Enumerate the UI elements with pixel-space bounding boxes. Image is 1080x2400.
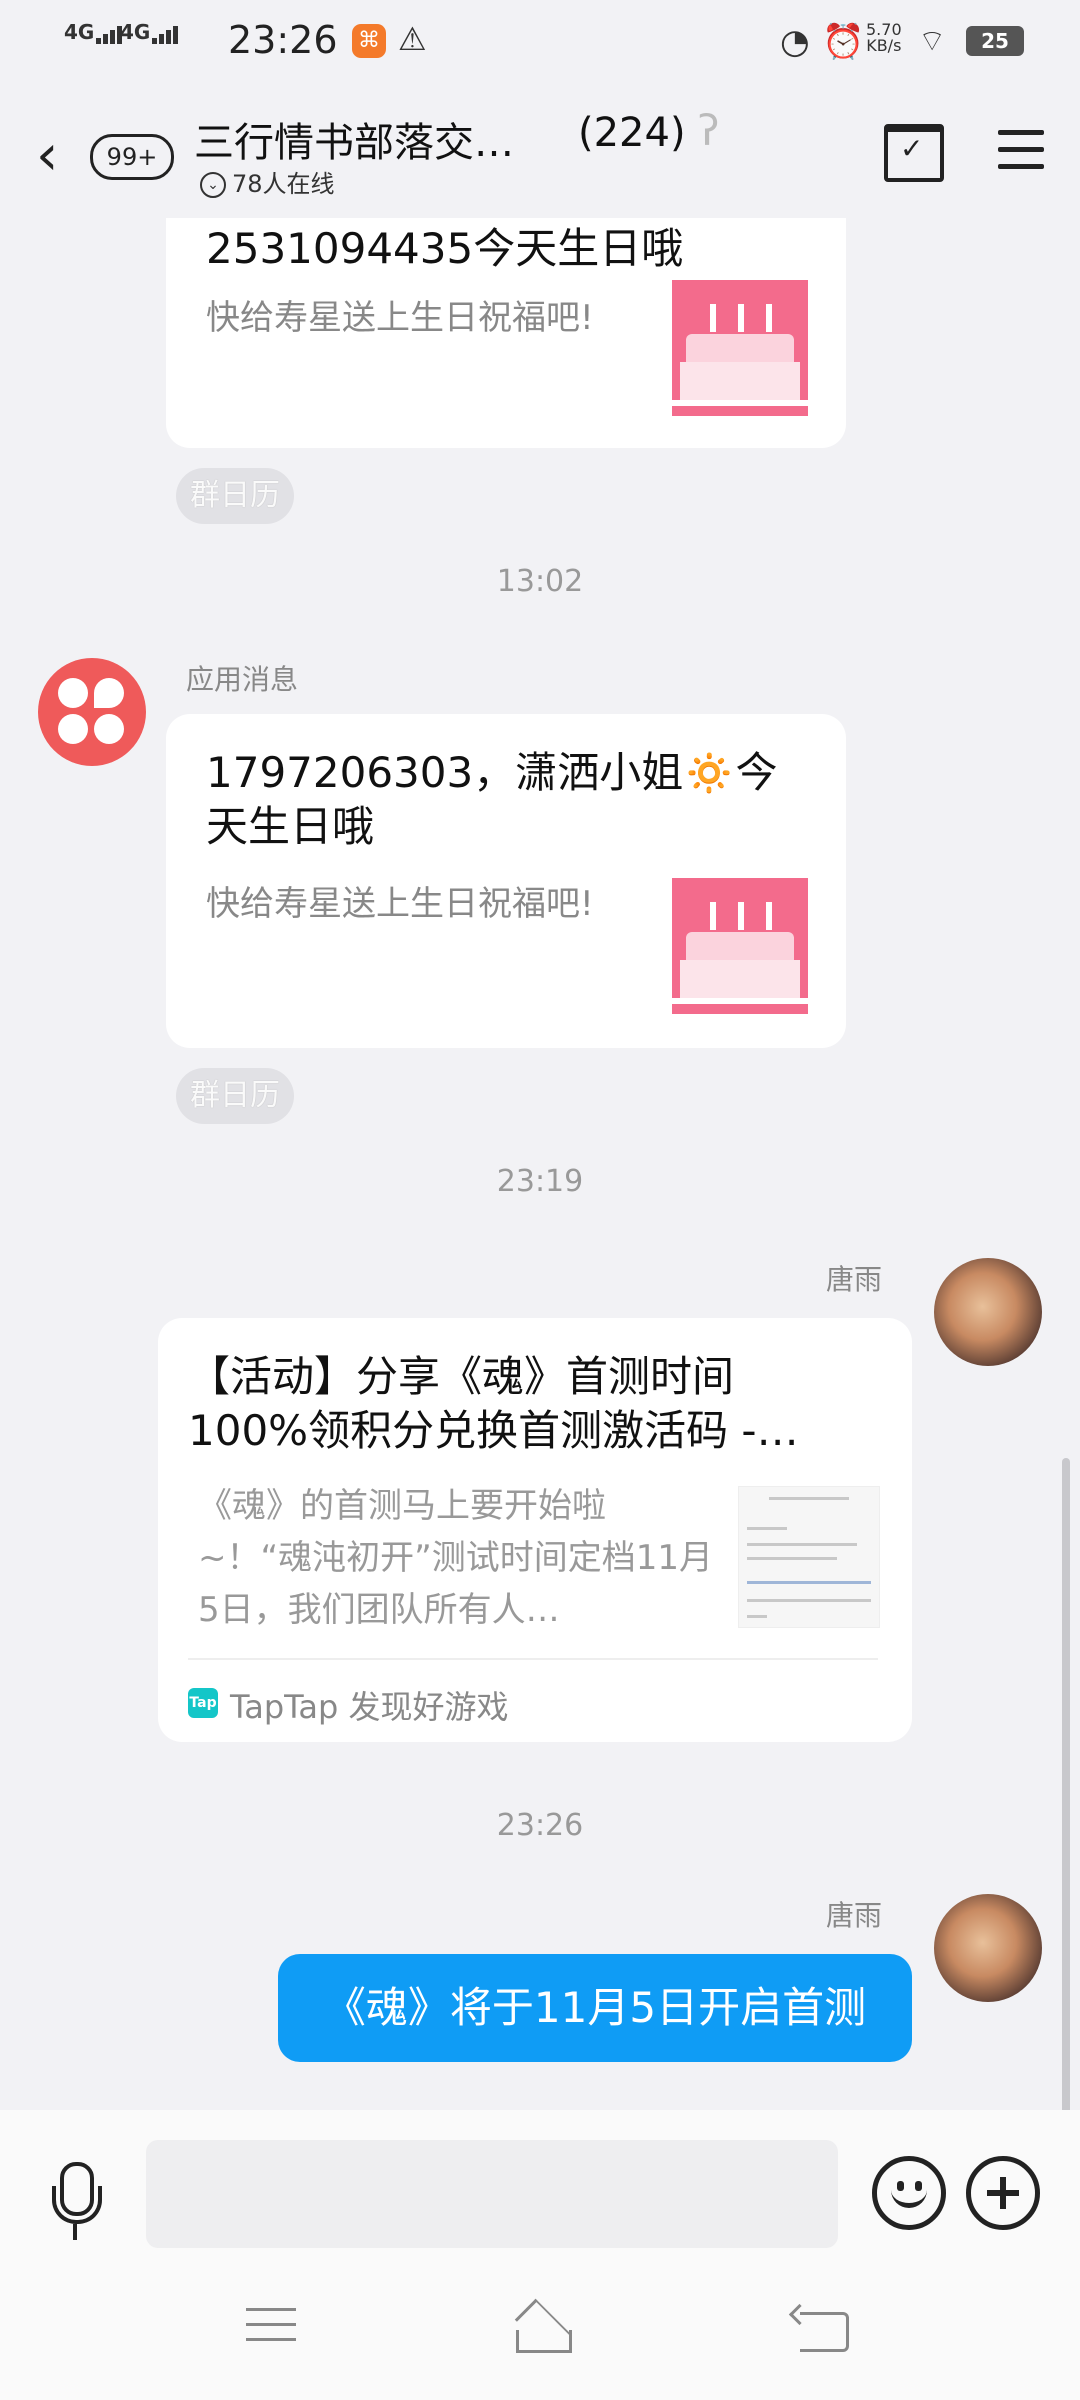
back-icon[interactable]: ‹ <box>36 128 58 184</box>
alarm-icon: ⏰ <box>822 22 865 62</box>
unread-badge[interactable]: 99+ <box>90 134 174 180</box>
cake-icon <box>672 280 808 416</box>
chat-area[interactable]: 2531094435今天生日哦 快给寿星送上生日祝福吧! 群日历 13:02 应… <box>0 218 1080 2110</box>
group-calendar-tag[interactable]: 群日历 <box>176 1068 294 1124</box>
birthday-subtitle: 快给寿星送上生日祝福吧! <box>206 298 594 338</box>
shared-link-title: 【活动】分享《魂》首测时间 100%领积分兑换首测激活码 -… <box>188 1350 828 1458</box>
warning-icon: ⚠ <box>398 20 427 58</box>
sender-name: 应用消息 <box>186 663 299 696</box>
calendar-check-icon[interactable] <box>884 124 944 182</box>
scrollbar[interactable] <box>1062 1458 1070 2110</box>
birthday-title: 1797206303，潇洒小姐🔅今 天生日哦 <box>206 746 778 854</box>
timestamp: 23:26 <box>496 1808 584 1843</box>
battery-icon: 25 <box>966 26 1024 56</box>
user-avatar[interactable] <box>934 1258 1042 1366</box>
wifi-icon: ⌔ <box>918 24 947 59</box>
birthday-card-2[interactable]: 1797206303，潇洒小姐🔅今 天生日哦 快给寿星送上生日祝福吧! <box>166 714 846 1048</box>
birthday-title-line2: 天生日哦 <box>206 802 375 851</box>
online-status[interactable]: ⌄ 78人在线 <box>200 164 335 199</box>
cake-icon <box>672 878 808 1014</box>
shared-link-thumbnail <box>738 1486 880 1628</box>
input-bar <box>0 2110 1080 2290</box>
timestamp: 13:02 <box>496 564 584 599</box>
member-count[interactable]: (224) <box>578 110 686 156</box>
emoji-icon[interactable] <box>872 2156 946 2230</box>
recent-apps-icon[interactable] <box>246 2308 296 2353</box>
network-type-1: 4G <box>64 20 95 44</box>
group-calendar-tag[interactable]: 群日历 <box>176 468 294 524</box>
birthday-card-1[interactable]: 2531094435今天生日哦 快给寿星送上生日祝福吧! <box>166 218 846 448</box>
user-avatar[interactable] <box>934 1894 1042 2002</box>
app-notification-icon: ⌘ <box>352 24 386 58</box>
home-icon[interactable] <box>506 2304 576 2353</box>
shared-link-source: TapTap 发现好游戏 <box>230 1688 509 1726</box>
plus-icon[interactable] <box>966 2156 1040 2230</box>
chat-header: ‹ 99+ 三行情书部落交… (224) ʔ ⌄ 78人在线 <box>0 84 1080 218</box>
net-speed-unit: KB/s <box>866 36 902 55</box>
taptap-icon: Tap <box>188 1688 218 1718</box>
speedometer-icon: ◔ <box>780 22 810 62</box>
net-speed: 5.70 KB/s <box>866 22 902 54</box>
group-name[interactable]: 三行情书部落交… <box>194 110 514 168</box>
timestamp: 23:19 <box>496 1164 584 1199</box>
shared-link-description: 《魂》的首测马上要开始啦~！“魂沌初开”测试时间定档11月5日，我们团队所有人… <box>198 1486 713 1630</box>
divider <box>188 1658 878 1660</box>
app-message-avatar[interactable] <box>38 658 146 766</box>
status-bar: 4G 4G 23:26 ⌘ ⚠ ◔ ⏰ 5.70 KB/s ⌔ 25 <box>0 0 1080 84</box>
birthday-title: 2531094435今天生日哦 <box>206 224 684 273</box>
shared-link-title-line1: 【活动】分享《魂》首测时间 <box>188 1352 735 1401</box>
birthday-subtitle: 快给寿星送上生日祝福吧! <box>206 884 594 924</box>
signal-icon-2: 4G <box>120 20 180 44</box>
message-input[interactable] <box>146 2140 838 2248</box>
signal-icon: 4G <box>64 20 124 44</box>
system-nav-bar <box>0 2290 1080 2400</box>
sender-name: 唐雨 <box>826 1263 883 1296</box>
shared-link-card[interactable]: 【活动】分享《魂》首测时间 100%领积分兑换首测激活码 -… 《魂》的首测马上… <box>158 1318 912 1742</box>
message-bubble[interactable]: 《魂》将于11月5日开启首测 <box>278 1954 912 2062</box>
online-count: 78人在线 <box>232 170 335 198</box>
clock: 23:26 <box>228 18 338 62</box>
menu-icon[interactable] <box>998 130 1044 181</box>
microphone-icon[interactable] <box>52 2162 102 2246</box>
network-type-2: 4G <box>120 20 151 44</box>
chevron-down-icon: ⌄ <box>200 172 226 198</box>
sender-name: 唐雨 <box>826 1899 883 1932</box>
ear-icon[interactable]: ʔ <box>698 106 719 155</box>
back-nav-icon[interactable] <box>800 2312 849 2352</box>
shared-link-title-line2: 100%领积分兑换首测激活码 -… <box>188 1406 799 1455</box>
birthday-title-line1: 1797206303，潇洒小姐🔅今 <box>206 748 778 797</box>
